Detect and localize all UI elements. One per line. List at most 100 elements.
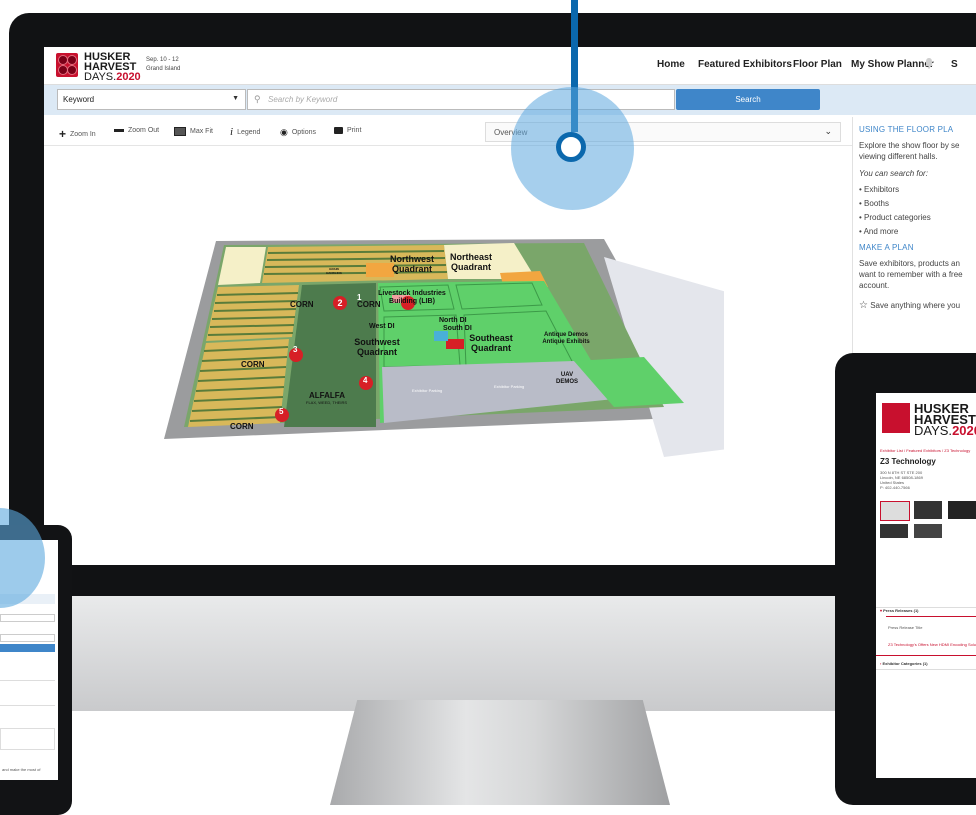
logo-icon [882,403,910,433]
building-north-di[interactable] [434,331,448,341]
building-antique-label: Antique Demos Antique Exhibits [542,332,590,345]
zone-label: CORN [290,300,314,309]
print-label: Print [347,127,362,134]
legend-button[interactable]: i Legend [230,126,260,138]
bell-icon[interactable] [924,56,934,69]
quadrant-northwest[interactable]: Northwest Quadrant [382,254,442,274]
print-button[interactable]: Print [334,127,361,134]
plan-text-line: account. [859,281,890,290]
help-search-intro: You can search for: [859,169,928,178]
search-icon: ⚲ [254,94,261,104]
logo-days: DAYS. [914,423,953,438]
quadrant-southwest[interactable]: Southwest Quadrant [349,337,405,357]
monitor-chin [9,596,976,711]
zone-label: CORN [230,422,254,431]
zone-number: 4 [363,376,368,385]
zone-number: 5 [279,407,284,416]
parking-label: Exhibitor Parking [412,388,443,393]
options-button[interactable]: ◉ Options [280,127,316,138]
building-grain-label: GRAIN HANDLING [326,267,342,275]
logo-days: DAYS. [84,71,117,83]
product-thumbnail[interactable] [914,501,942,519]
press-title-label: Press Release Title [888,625,923,630]
help-text-line: viewing different halls. [859,152,938,161]
press-release-link[interactable]: Z3 Technology's Offers New HDMI Encoding… [888,642,976,647]
parking-label: Exhibitor Parking [494,384,525,389]
building-livestock-label: Livestock Industries Building (LIB) [378,290,446,305]
search-input[interactable] [0,634,55,642]
zone-number: 3 [293,345,298,354]
zone-sublabel: FLAX, WEED, THEIRS [306,400,348,405]
help-bullet: • Exhibitors [859,185,900,194]
save-anything-line[interactable]: ☆ Save anything where you [859,300,960,311]
exhibitor-categories-heading[interactable]: › Exhibitor Categories (1) [880,661,928,666]
options-label: Options [291,129,316,136]
logo-icon[interactable] [56,53,78,77]
search-scope-select[interactable]: Keyword ▼ [57,89,246,110]
area-uav-demos-label: UAV DEMOS [555,372,578,385]
eye-icon: ◉ [280,127,288,137]
product-thumbnail[interactable] [948,501,976,519]
info-icon: i [230,126,234,138]
fit-screen-icon [174,127,186,136]
tablet-right-screen: HUSKER HARVEST DAYS.2020 Exhibitor List … [876,393,976,778]
product-thumbnail[interactable] [914,524,942,538]
nav-home[interactable]: Home [657,59,685,70]
logo-year: 2020 [116,71,141,83]
zoom-out-button[interactable]: Zoom Out [114,127,159,134]
event-dates: Sep. 10 - 12 [146,57,179,63]
exhibitor-name: Z3 Technology [880,457,936,466]
zone-marker[interactable]: 2 [333,296,347,310]
plan-text-line: Save exhibitors, products an [859,259,960,268]
zoom-out-label: Zoom Out [128,127,160,134]
logo-wordmark[interactable]: HUSKER HARVEST DAYS.2020 [84,52,141,83]
zone-label: ALFALFA [309,391,345,400]
max-fit-label: Max Fit [190,128,213,135]
help-bullet: • Booths [859,199,889,208]
printer-icon [334,127,343,134]
quadrant-southeast[interactable]: Southeast Quadrant [462,333,520,353]
content-card [0,728,55,750]
plus-icon: + [59,127,67,141]
nav-overflow[interactable]: S [951,59,958,70]
search-placeholder: Search by Keyword [268,95,338,104]
help-heading-floor-plan: USING THE FLOOR PLA [859,125,954,134]
building-north-di-label: North DI [439,317,467,324]
nav-featured-exhibitors[interactable]: Featured Exhibitors [698,59,792,70]
logo-year: 2020 [952,423,976,438]
product-thumbnail[interactable] [880,501,910,521]
zoom-in-button[interactable]: + Zoom In [59,127,96,141]
svg-text:2: 2 [337,298,342,308]
help-heading-make-plan: MAKE A PLAN [859,243,914,252]
search-scope-value: Keyword [63,95,95,104]
help-bullet: • Product categories [859,213,931,222]
zone-label: CORN [241,360,265,369]
quadrant-northeast[interactable]: Northeast Quadrant [444,252,498,272]
caret-down-icon: ▼ [232,95,239,102]
breadcrumb[interactable]: Exhibitor List / Featured Exhibitors / Z… [880,448,970,453]
search-button[interactable] [0,644,55,652]
chevron-down-icon: ⌄ [824,126,832,136]
site-header: HUSKER HARVEST DAYS.2020 Sep. 10 - 12 Gr… [44,47,976,85]
highlight-pin-ring [556,132,586,162]
star-icon: ☆ [859,300,868,311]
nav-my-show-planner[interactable]: My Show Planner [851,59,934,70]
field-cream-nw [218,247,266,285]
press-releases-heading[interactable]: ▾ Press Releases (1) [880,608,919,613]
select-field[interactable] [0,614,55,622]
address-line: P: 402-440-7566 [880,485,910,490]
monitor-stand [330,700,670,805]
nav-floor-plan[interactable]: Floor Plan [793,59,842,70]
zoom-in-label: Zoom In [70,130,96,138]
legend-label: Legend [237,128,261,136]
minus-icon [114,129,124,132]
plan-text-line: want to remember with a free [859,270,963,279]
event-location: Grand Island [146,66,181,72]
footer-text: and make the most of [2,767,41,772]
building-south-di-label: South DI [443,325,472,332]
help-text-line: Explore the show floor by se [859,141,960,150]
search-button[interactable]: Search [676,89,820,110]
building-west-di-label: West DI [369,323,395,330]
product-thumbnail[interactable] [880,524,908,538]
max-fit-button[interactable]: Max Fit [174,127,213,136]
